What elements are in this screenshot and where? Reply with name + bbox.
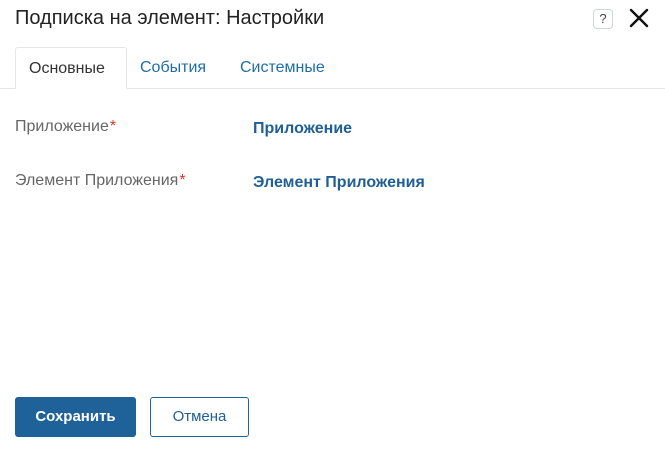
field-value-application[interactable]: Приложение	[253, 120, 352, 138]
tab-main[interactable]: Основные	[15, 47, 127, 89]
tab-events[interactable]: События	[127, 47, 219, 88]
field-label-text: Приложение	[15, 118, 109, 135]
help-icon: ?	[599, 11, 607, 26]
field-label-app-element: Элемент Приложения*	[15, 172, 186, 190]
dialog-header: Подписка на элемент: Настройки ?	[15, 0, 655, 38]
field-label-application: Приложение*	[15, 118, 116, 136]
field-label-text: Элемент Приложения	[15, 172, 179, 189]
required-marker: *	[109, 118, 117, 135]
save-button[interactable]: Сохранить	[15, 397, 136, 437]
close-icon	[629, 8, 649, 28]
required-marker: *	[179, 172, 186, 189]
field-value-app-element[interactable]: Элемент Приложения	[253, 174, 425, 192]
dialog-title: Подписка на элемент: Настройки	[15, 7, 325, 29]
tab-system[interactable]: Системные	[227, 47, 338, 88]
help-button[interactable]: ?	[593, 9, 613, 29]
cancel-button[interactable]: Отмена	[150, 397, 249, 437]
tab-bar: Основные События Системные	[0, 47, 665, 89]
close-button[interactable]	[627, 6, 651, 30]
